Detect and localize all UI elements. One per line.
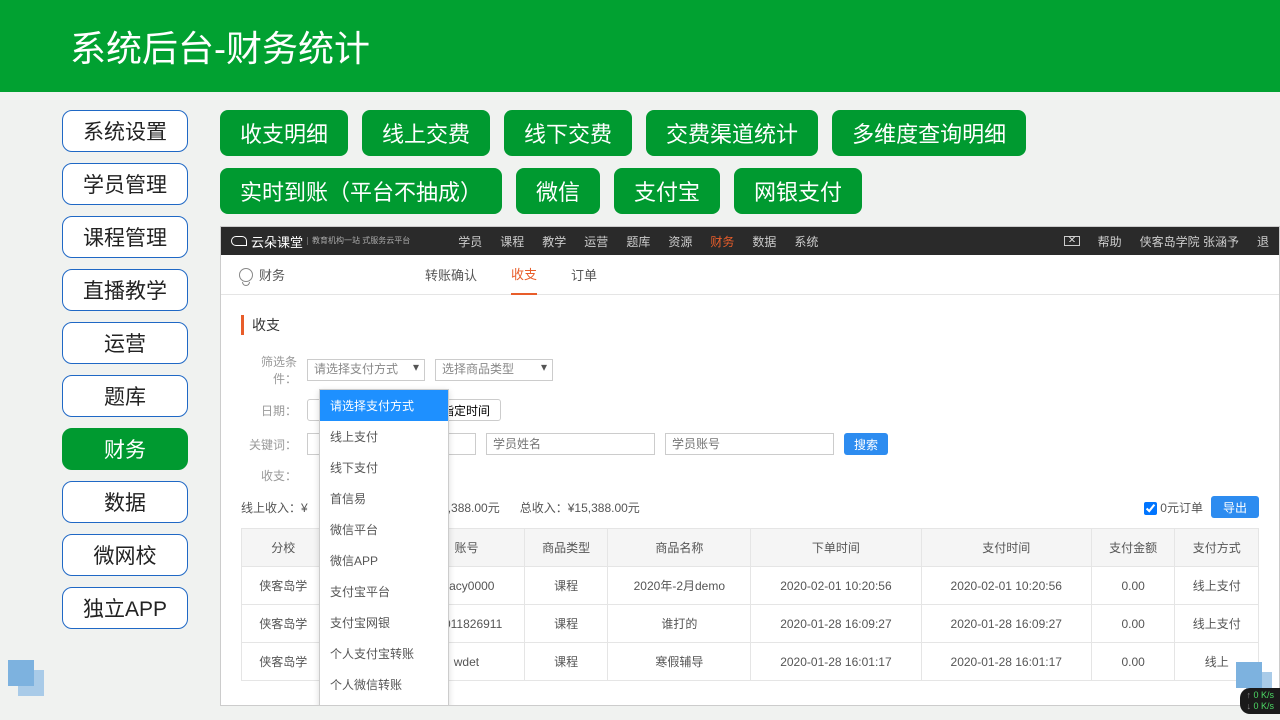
chk-zero-order[interactable]: 0元订单 — [1144, 499, 1203, 516]
app-window: 云朵课堂 教育机构一站 式服务云平台 学员课程教学运营题库资源财务数据系统 帮助… — [220, 226, 1280, 706]
pill: 网银支付 — [734, 168, 862, 214]
pill: 支付宝 — [614, 168, 720, 214]
nav-独立APP[interactable]: 独立APP — [62, 587, 188, 629]
dropdown-option[interactable]: 线上支付 — [320, 421, 448, 452]
col-header: 支付时间 — [921, 529, 1091, 567]
col-header: 分校 — [242, 529, 326, 567]
cloud-icon — [231, 236, 247, 246]
nav-数据[interactable]: 数据 — [62, 481, 188, 523]
col-header: 商品类型 — [524, 529, 608, 567]
payment-dropdown: 请选择支付方式线上支付线下支付首信易微信平台微信APP支付宝平台支付宝网银个人支… — [319, 389, 449, 706]
module-name: 财务 — [239, 265, 285, 284]
user-icon — [239, 268, 253, 282]
nav-财务[interactable]: 财务 — [62, 428, 188, 470]
pill: 微信 — [516, 168, 600, 214]
section-title: 收支 — [241, 315, 1259, 335]
menu-教学[interactable]: 教学 — [542, 233, 566, 250]
nav-课程管理[interactable]: 课程管理 — [62, 216, 188, 258]
nav-微网校[interactable]: 微网校 — [62, 534, 188, 576]
label-date: 日期： — [241, 402, 297, 419]
dropdown-option[interactable]: 微信APP — [320, 545, 448, 576]
select-payment[interactable]: 请选择支付方式 — [307, 359, 425, 381]
sub-header: 财务 转账确认收支订单 — [221, 255, 1279, 295]
menu-运营[interactable]: 运营 — [584, 233, 608, 250]
pill-row-2: 实时到账（平台不抽成） 微信支付宝网银支付 — [220, 168, 1280, 214]
user-name[interactable]: 侠客岛学院 张涵予 — [1140, 233, 1239, 250]
label-online-income: 线上收入：¥ — [241, 499, 308, 516]
brand-logo: 云朵课堂 教育机构一站 式服务云平台 — [231, 232, 410, 251]
left-nav: 系统设置学员管理课程管理直播教学运营题库财务数据微网校独立APP — [62, 110, 188, 706]
dropdown-option[interactable]: 个人微信转账 — [320, 669, 448, 700]
page-title: 系统后台-财务统计 — [70, 20, 370, 72]
pill: 收支明细 — [220, 110, 348, 156]
dropdown-option[interactable]: 个人支付宝转账 — [320, 638, 448, 669]
pill: 线上交费 — [362, 110, 490, 156]
dropdown-option[interactable]: 支付宝平台 — [320, 576, 448, 607]
label-io: 收支： — [241, 467, 297, 484]
menu-资源[interactable]: 资源 — [668, 233, 692, 250]
input-student-name[interactable] — [486, 433, 655, 455]
nav-系统设置[interactable]: 系统设置 — [62, 110, 188, 152]
filter-row-cond: 筛选条件： 请选择支付方式 选择商品类型 — [241, 353, 1259, 387]
tab-收支[interactable]: 收支 — [511, 255, 537, 295]
col-header: 下单时间 — [751, 529, 921, 567]
pill-row-1: 收支明细线上交费线下交费交费渠道统计多维度查询明细 — [220, 110, 1280, 156]
nav-运营[interactable]: 运营 — [62, 322, 188, 364]
brand-sub: 教育机构一站 式服务云平台 — [307, 237, 410, 245]
menu-财务[interactable]: 财务 — [710, 233, 734, 250]
logout-link[interactable]: 退 — [1257, 233, 1269, 250]
value-partial-amt: ,388.00元 — [448, 499, 500, 516]
mail-icon[interactable] — [1064, 236, 1080, 246]
search-button[interactable]: 搜索 — [844, 433, 888, 455]
col-header: 支付金额 — [1091, 529, 1175, 567]
dropdown-option[interactable]: 首信易 — [320, 483, 448, 514]
dropdown-option[interactable]: 微信平台 — [320, 514, 448, 545]
dropdown-option[interactable]: 线下支付 — [320, 452, 448, 483]
brand-text: 云朵课堂 — [251, 232, 303, 251]
tabs: 转账确认收支订单 — [425, 255, 597, 295]
topbar: 云朵课堂 教育机构一站 式服务云平台 学员 课程 教学 运营 题库 资源 财务 数据 系统 帮助… — [221, 227, 1279, 255]
deco-square-left — [18, 670, 44, 696]
dropdown-option[interactable]: 支付宝网银 — [320, 607, 448, 638]
nav-学员管理[interactable]: 学员管理 — [62, 163, 188, 205]
label-kw: 关键词： — [241, 436, 297, 453]
help-link[interactable]: 帮助 — [1098, 233, 1122, 250]
menu-系统[interactable]: 系统 — [794, 233, 818, 250]
menu-题库[interactable]: 题库 — [626, 233, 650, 250]
menu-数据[interactable]: 数据 — [752, 233, 776, 250]
col-header: 支付方式 — [1175, 529, 1259, 567]
nav-直播教学[interactable]: 直播教学 — [62, 269, 188, 311]
pill: 交费渠道统计 — [646, 110, 818, 156]
menu-课程[interactable]: 课程 — [500, 233, 524, 250]
main-menu: 学员 课程 教学 运营 题库 资源 财务 数据 系统 — [458, 233, 818, 250]
pill: 线下交费 — [504, 110, 632, 156]
value-total: ¥15,388.00元 — [568, 501, 640, 515]
dropdown-option[interactable]: 请选择支付方式 — [320, 390, 448, 421]
network-badge: ↑ 0 K/s ↓ 0 K/s — [1240, 688, 1280, 714]
tab-转账确认[interactable]: 转账确认 — [425, 255, 477, 295]
page-banner: 系统后台-财务统计 — [0, 0, 1280, 92]
dropdown-option[interactable]: 支付宝担保交易 — [320, 700, 448, 706]
pill: 多维度查询明细 — [832, 110, 1026, 156]
menu-学员[interactable]: 学员 — [458, 233, 482, 250]
nav-题库[interactable]: 题库 — [62, 375, 188, 417]
label-cond: 筛选条件： — [241, 353, 297, 387]
tab-订单[interactable]: 订单 — [571, 255, 597, 295]
pill: 实时到账（平台不抽成） — [220, 168, 502, 214]
export-button[interactable]: 导出 — [1211, 496, 1259, 518]
input-student-account[interactable] — [665, 433, 834, 455]
label-total: 总收入： — [520, 501, 568, 515]
select-category[interactable]: 选择商品类型 — [435, 359, 553, 381]
col-header: 商品名称 — [608, 529, 751, 567]
